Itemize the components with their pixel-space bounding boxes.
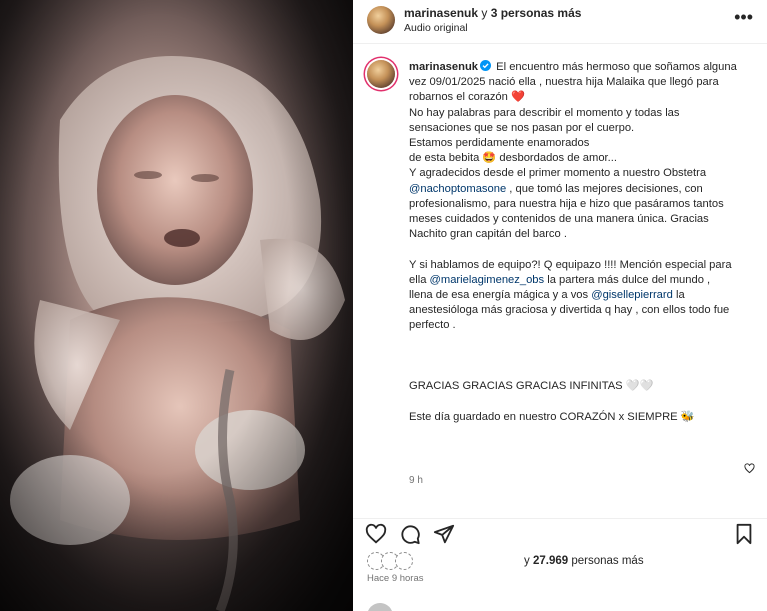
caption-line: Nachito gran capitán del barco . [409, 228, 567, 241]
caption-line-text: la [672, 289, 685, 302]
likes-text[interactable]: y 27.969 personas más [524, 555, 644, 567]
caption-line-text: llena de esa energía mágica y a vos [409, 289, 592, 302]
collaborators-link[interactable]: 3 personas más [491, 6, 582, 20]
caption-username[interactable]: marinasenuk [409, 61, 478, 73]
caption-line: Y agradecidos desde el primer momento a … [409, 167, 707, 180]
heart-icon[interactable] [365, 523, 387, 545]
caption-line: perfecto . [409, 319, 456, 332]
caption-line-text: , que tomó las mejores decisiones, con [506, 182, 703, 195]
liker-avatar [395, 552, 413, 570]
post-age[interactable]: Hace 9 horas [367, 573, 424, 584]
caption-author-avatar[interactable] [367, 60, 395, 88]
caption-line: vez 09/01/2025 nació ella , nuestra hija… [409, 76, 719, 89]
mention-link[interactable]: @giselle​pierrard [591, 289, 673, 301]
share-icon[interactable] [433, 523, 455, 545]
more-dots-icon[interactable]: ••• [734, 8, 753, 26]
post-header: marinasenuk y 3 personas más Audio origi… [353, 0, 767, 44]
viewer-avatar [367, 603, 393, 611]
caption-line: anestesióloga más graciosa y divertida q… [409, 304, 730, 317]
likes-summary[interactable]: y 27.969 personas más [367, 552, 757, 572]
likes-count: 27.969 [532, 555, 569, 567]
caption-timestamp[interactable]: 9 h [409, 475, 423, 486]
author-username[interactable]: marinasenuk [404, 6, 478, 20]
caption-line: @nachoptomasone , que tomó las mejores d… [409, 182, 749, 197]
caption-line: ella @marielagimenez_obs la partera más … [409, 273, 749, 288]
caption-line: robarnos el corazón ❤️ [409, 91, 525, 104]
author-avatar[interactable] [367, 6, 395, 34]
newborn-photo [0, 0, 353, 611]
connector-text: y [478, 6, 491, 20]
caption-line: Este día guardado en nuestro CORAZÓN x S… [409, 410, 695, 423]
mention-link[interactable]: @marielagimenez_obs [430, 274, 545, 286]
mention-link[interactable]: @nachoptomasone [409, 183, 506, 195]
post-image[interactable] [0, 0, 353, 611]
post-details-panel: marinasenuk y 3 personas más Audio origi… [353, 0, 767, 611]
bookmark-icon[interactable] [733, 523, 755, 545]
caption-line: marinasenuk El encuentro más hermoso que… [409, 60, 749, 75]
caption-line: sensaciones que se nos pasan por el cuer… [409, 121, 635, 134]
verified-badge-icon [480, 60, 492, 71]
caption-line: llena de esa energía mágica y a vos @gis… [409, 288, 749, 303]
caption-line: GRACIAS GRACIAS GRACIAS INFINITAS 🤍🤍 [409, 380, 654, 393]
caption-line: Y si hablamos de equipo?! Q equipazo !!!… [409, 258, 732, 271]
likes-suffix: personas más [568, 555, 644, 567]
likes-prefix: y [524, 555, 533, 567]
caption-block: marinasenuk El encuentro más hermoso que… [353, 50, 767, 486]
caption-line: Estamos perdidamente enamorados [409, 137, 590, 150]
caption-line: profesionalismo, para nuestra hija e hiz… [409, 197, 724, 210]
comment-icon[interactable] [399, 523, 421, 545]
caption-line-text: la partera más dulce del mundo , [544, 273, 711, 286]
action-bar [353, 518, 767, 546]
caption-line-text: ella [409, 273, 430, 286]
caption-line: de esta bebita 🤩 desbordados de amor... [409, 152, 617, 165]
collab-title: marinasenuk y 3 personas más [404, 6, 581, 20]
caption-line: meses cuidados y contenidos de una maner… [409, 213, 709, 226]
comment-like-heart-icon[interactable] [744, 463, 755, 474]
caption-line: No hay palabras para describir el moment… [409, 106, 680, 119]
audio-label[interactable]: Audio original [404, 22, 468, 34]
caption-text: marinasenuk El encuentro más hermoso que… [409, 60, 749, 425]
caption-line-text: El encuentro más hermoso que soñamos alg… [496, 61, 737, 73]
